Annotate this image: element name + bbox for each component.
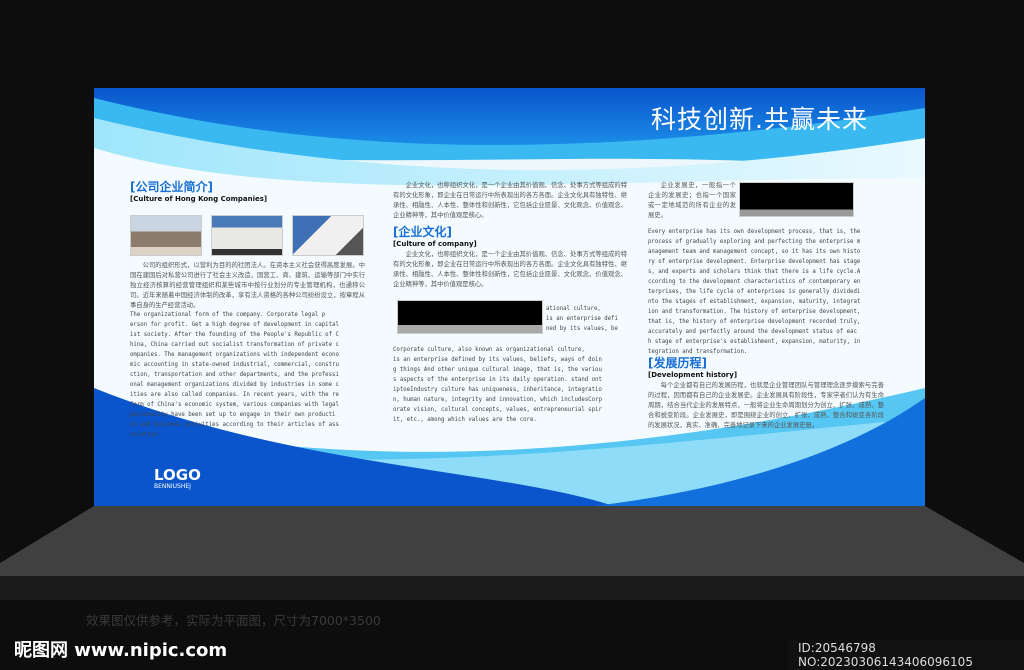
company-logo: LOGO BENNIUSHEJ [154, 466, 201, 491]
section-title: [公司企业简介] [130, 180, 213, 194]
building-photo [397, 300, 543, 334]
section-body-cn: 公司的组织形式，以营利为目的的社团法人。在资本主义社会获得高度发展。中国在建国后… [130, 262, 365, 309]
slogan: 科技创新.共赢未来 [651, 105, 868, 134]
section-title: [企业文化] [393, 225, 452, 239]
section-side-cn: 企业发展史，一般指一个企业的发展史；也指一个国家或一定地域范的所有企业的发展史。 [648, 182, 736, 219]
disclaimer-note: 效果图仅供参考，实际为平面图，尺寸为7000*3500 [86, 613, 381, 628]
section-body-en: The organizational form of the company. … [130, 312, 339, 438]
section-side-en: ational culture, is an enterprise defi n… [546, 306, 618, 332]
logo-subtext: BENNIUSHEJ [154, 483, 191, 490]
image-id: ID:20546798 NO:20230306143406096105 [788, 640, 1024, 670]
building-photo [739, 182, 854, 217]
section-subtitle: [Culture of company] [393, 240, 477, 248]
display-board: 科技创新.共赢未来 [公司企业简介] [Culture of Hong Kong… [94, 88, 925, 506]
building-photo [211, 215, 283, 256]
section-title: [发展历程] [648, 356, 707, 370]
section-body-en: Every enterprise has its own development… [648, 229, 861, 355]
building-photo [130, 215, 202, 256]
section-subtitle: [Culture of Hong Kong Companies] [130, 195, 268, 203]
section-intro-cn: 企业文化，也称组织文化，是一个企业由其价值观、信念、处事方式等组成的特有的文化形… [393, 182, 627, 219]
logo-text: LOGO [154, 466, 201, 484]
section-subtitle: [Development history] [648, 371, 738, 379]
building-photo [292, 215, 364, 256]
watermark: 昵图网 www.nipic.com [14, 640, 228, 661]
section-body-cn: 每个企业都有自己的发展历程，也就是企业管理团队与管理理念逐步摸索与完善的过程，因… [648, 382, 884, 429]
section-body-cn: 企业文化，也称组织文化，是一个企业由其价值观、信念、处事方式等组成的特有的文化形… [393, 251, 627, 288]
section-body-en: Corporate culture, also known as organiz… [393, 347, 602, 423]
